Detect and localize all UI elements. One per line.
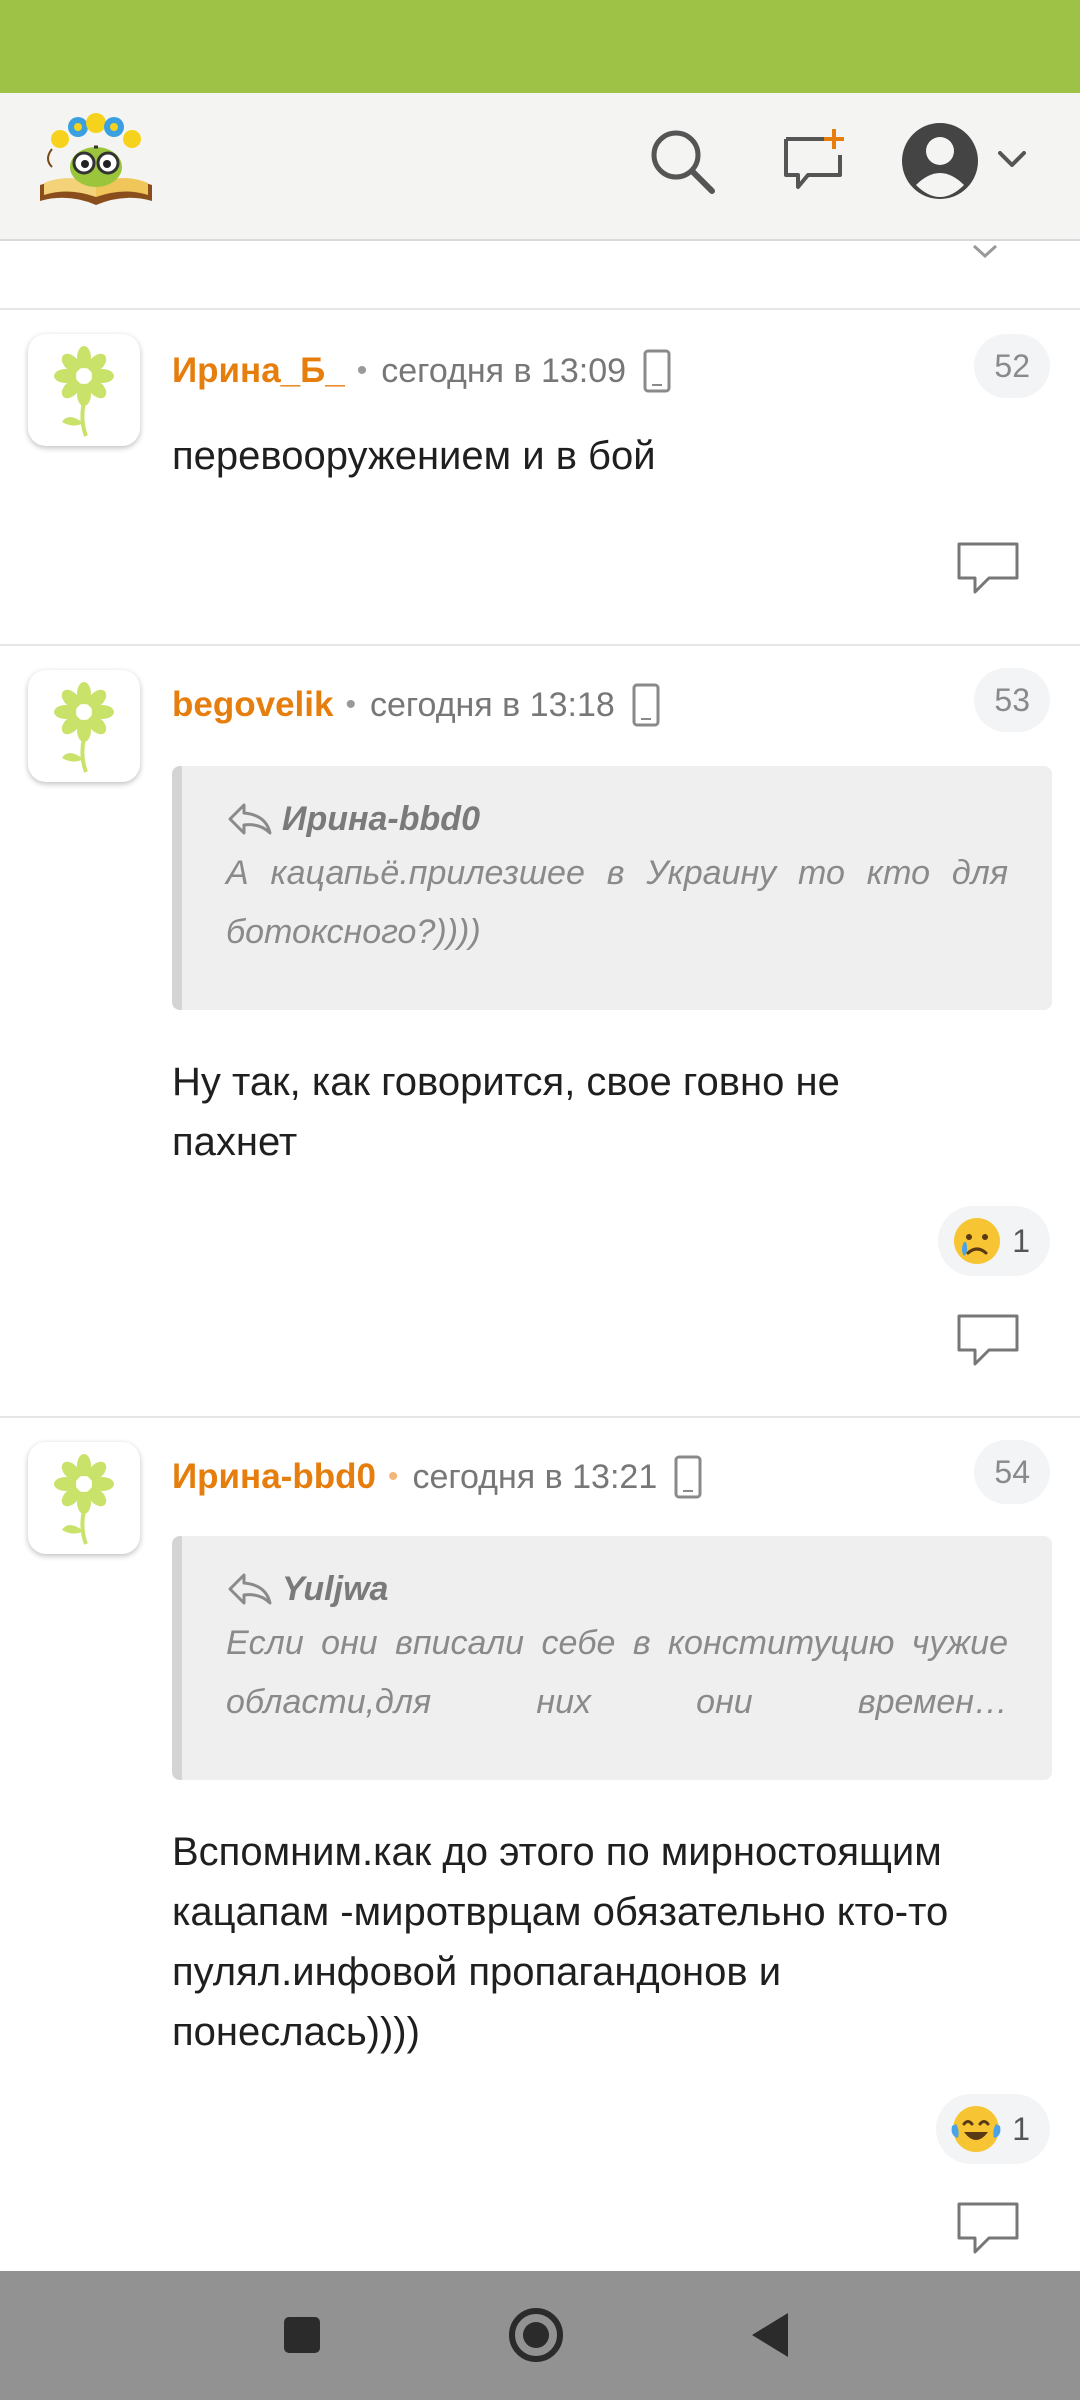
comment-meta: Ирина_Б_ • сегодня в 13:09 xyxy=(172,346,672,396)
system-navigation-bar xyxy=(0,2271,1080,2400)
home-icon[interactable] xyxy=(500,2299,572,2371)
quote-text-line: Если они вписали себе в конституцию чужи… xyxy=(226,1624,1008,1662)
search-icon[interactable] xyxy=(642,121,722,201)
comment-text-line: Вспомним.как до этого по мирностоящим xyxy=(172,1830,942,1874)
separator-dot: • xyxy=(345,688,356,721)
comment-item: Ирина_Б_ • сегодня в 13:09 52 перевооруж… xyxy=(0,310,1080,644)
online-dot: • xyxy=(387,1460,399,1493)
comment-item: Ирина-bbd0 • сегодня в 13:21 54 Yuljwa Е… xyxy=(0,1418,1080,2271)
quote-author: Ирина-bbd0 xyxy=(226,794,1008,844)
mobile-device-icon xyxy=(673,1454,703,1500)
comment-text-line: пахнет xyxy=(172,1120,298,1164)
comment-text: Вспомним.как до этого по мирностоящим ка… xyxy=(172,1822,1052,2062)
recent-apps-icon[interactable] xyxy=(266,2299,338,2371)
comment-number-badge[interactable]: 52 xyxy=(974,334,1050,398)
quote-author-name: Ирина-bbd0 xyxy=(282,799,480,838)
comment-number-badge[interactable]: 53 xyxy=(974,668,1050,732)
comment-time: сегодня в 13:18 xyxy=(369,685,615,724)
reply-icon[interactable] xyxy=(955,540,1021,598)
reaction-count: 1 xyxy=(1012,1222,1030,1259)
separator-dot: • xyxy=(356,354,368,387)
comment-meta: Ирина-bbd0 • сегодня в 13:21 xyxy=(172,1452,703,1502)
chevron-down-icon xyxy=(972,244,998,259)
comment-text: перевооружением и в бой xyxy=(172,434,656,478)
comment-author[interactable]: Ирина_Б_ xyxy=(172,351,345,391)
quote-author: Yuljwa xyxy=(226,1564,1008,1614)
reply-icon[interactable] xyxy=(955,2200,1021,2258)
mobile-device-icon xyxy=(631,682,661,728)
comment-text: Ну так, как говорится, свое говно не пах… xyxy=(172,1052,1052,1172)
reaction-count: 1 xyxy=(1012,2110,1030,2147)
comment-author[interactable]: begovelik xyxy=(172,685,333,725)
comment-text-line: кацапам -миротврцам обязательно кто-то xyxy=(172,1890,949,1934)
reaction-badge[interactable]: 1 xyxy=(938,1206,1050,1276)
comment-text-line: Ну так, как говорится, свое говно не xyxy=(172,1060,840,1104)
reply-arrow-icon xyxy=(228,1573,272,1605)
avatar[interactable] xyxy=(28,1442,140,1554)
quote-text-line: ботоксного?)))) xyxy=(226,913,481,951)
comment-number-badge[interactable]: 54 xyxy=(974,1440,1050,1504)
back-icon[interactable] xyxy=(734,2299,806,2371)
comment-time: сегодня в 13:09 xyxy=(381,351,627,390)
reply-arrow-icon xyxy=(228,803,272,835)
comment-time: сегодня в 13:21 xyxy=(412,1457,658,1496)
app-header xyxy=(0,93,1080,241)
reply-icon[interactable] xyxy=(955,1312,1021,1370)
quote-block[interactable]: Yuljwa Если они вписали себе в конституц… xyxy=(172,1536,1052,1780)
crying-face-icon xyxy=(952,1216,1002,1266)
comment-item: begovelik • сегодня в 13:18 53 Ирина-bbd… xyxy=(0,646,1080,1416)
status-bar xyxy=(0,0,1080,93)
comment-meta: begovelik • сегодня в 13:18 xyxy=(172,680,661,730)
quote-text-line: области,для них они времен… xyxy=(226,1683,1008,1721)
tears-of-joy-icon xyxy=(950,2104,1002,2154)
mobile-device-icon xyxy=(642,348,672,394)
new-message-icon[interactable] xyxy=(774,121,854,201)
comment-text-line: пулял.инфовой пропагандонов и xyxy=(172,1950,782,1994)
comment-text-line: понеслась)))) xyxy=(172,2010,420,2054)
reaction-badge[interactable]: 1 xyxy=(936,2094,1050,2164)
comment-author[interactable]: Ирина-bbd0 xyxy=(172,1457,376,1497)
quote-block[interactable]: Ирина-bbd0 А кацапьё.прилезшее в Украину… xyxy=(172,766,1052,1010)
avatar[interactable] xyxy=(28,670,140,782)
profile-menu-button[interactable] xyxy=(900,121,1040,201)
quote-text-line: А кацапьё.прилезшее в Украину то кто для xyxy=(226,854,1008,892)
book-owl-flower-logo[interactable] xyxy=(34,109,158,209)
quote-author-name: Yuljwa xyxy=(282,1569,389,1608)
avatar[interactable] xyxy=(28,334,140,446)
